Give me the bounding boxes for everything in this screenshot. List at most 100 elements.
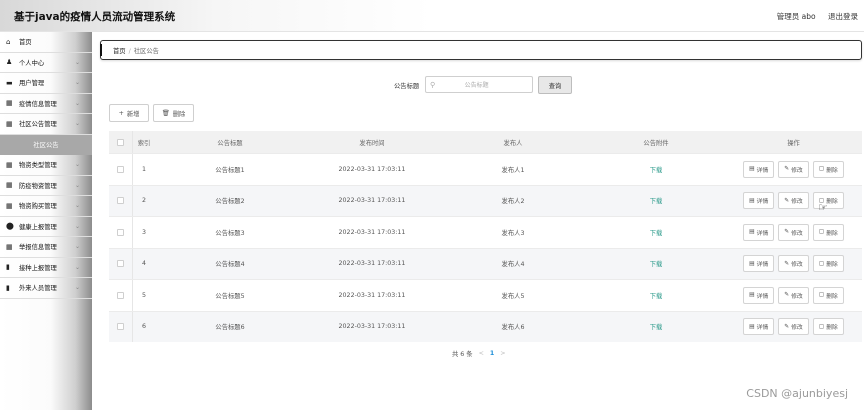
delete-button[interactable]: ▢ 删除 [812, 223, 844, 241]
edit-button[interactable]: ✎ 修改 [778, 160, 809, 178]
row-checkbox[interactable] [117, 260, 124, 268]
download-link[interactable]: 下载 [650, 230, 663, 237]
cell-actions: ▤ 详情 ✎ 修改 ▢ 删除 [725, 255, 862, 273]
trash-icon: ▢ [818, 260, 825, 267]
cell-time: 2022-03-31 17:03:11 [338, 165, 406, 173]
search-button[interactable]: 查询 [538, 76, 572, 94]
breadcrumb-home[interactable]: 首页 [113, 48, 126, 55]
download-link[interactable]: 下载 [650, 261, 663, 268]
cell-index: 2 [141, 197, 146, 205]
chevron-down-icon: ⌄ [74, 181, 80, 189]
batch-delete-button[interactable]: 🗑 删除 [153, 104, 194, 122]
add-button[interactable]: + 新增 [109, 104, 149, 122]
select-all-checkbox[interactable] [117, 138, 124, 146]
cell-actions: ▤ 详情 ✎ 修改 ▢ 删除 [725, 192, 862, 210]
grid-icon: ▦ [6, 160, 13, 169]
cell-publisher: 发布人2 [501, 198, 525, 206]
chevron-down-icon: ⌄ [74, 99, 80, 107]
sidebar-item-1[interactable]: ♟ 个人中心 ⌄ [0, 53, 92, 73]
edit-button[interactable]: ✎ 修改 [778, 223, 809, 241]
edit-button[interactable]: ✎ 修改 [778, 255, 809, 273]
cell-actions: ▤ 详情 ✎ 修改 ▢ 删除 [725, 286, 862, 304]
sidebar-item-6[interactable]: ▦ 物资类型管理 ⌄ [0, 155, 92, 176]
row-checkbox[interactable] [117, 165, 124, 173]
column-header-attachment: 公告附件 [643, 139, 669, 147]
detail-label: 详情 [756, 167, 769, 174]
row-checkbox[interactable] [117, 197, 124, 205]
sidebar-item-12[interactable]: ▮ 外来人员管理 ⌄ [0, 278, 92, 299]
cell-time: 2022-03-31 17:03:11 [338, 323, 406, 331]
sidebar-item-7[interactable]: ▦ 防疫物资管理 ⌄ [0, 176, 92, 196]
cell-title: 公告标题2 [215, 198, 245, 206]
table-row: 3 公告标题3 2022-03-31 17:03:11 发布人3 下载 ▤ 详情 ✎ 修改 ▢ 删除 [109, 216, 862, 248]
app-title: 基于java的疫情人员流动管理系统 [14, 11, 176, 23]
sidebar-item-3[interactable]: ▦ 疫情信息管理 ⌄ [0, 94, 92, 114]
edit-button[interactable]: ✎ 修改 [778, 286, 809, 304]
cell-index: 4 [141, 260, 146, 268]
download-link[interactable]: 下载 [650, 167, 663, 174]
row-checkbox[interactable] [117, 291, 124, 299]
user-icon: ♟ [6, 58, 13, 67]
sidebar-item-4[interactable]: ▦ 社区公告管理 ⌄ [0, 114, 92, 135]
edit-icon: ✎ [784, 166, 790, 173]
download-link[interactable]: 下载 [650, 293, 663, 300]
trash-icon: ▢ [818, 229, 825, 236]
detail-label: 详情 [756, 325, 769, 332]
detail-button[interactable]: ▤ 详情 [743, 286, 775, 304]
detail-label: 详情 [756, 293, 769, 300]
sidebar-item-label: 首页 [19, 39, 32, 47]
download-link[interactable]: 下载 [650, 324, 663, 331]
sidebar-item-9[interactable]: ⬤ 健康上报管理 ⌄ [0, 217, 92, 237]
sidebar-subitem-notice[interactable]: 社区公告 [0, 134, 92, 155]
edit-button[interactable]: ✎ 修改 [778, 192, 809, 210]
edit-icon: ✎ [784, 260, 790, 267]
delete-button[interactable]: ▢ 删除 [812, 286, 844, 304]
row-checkbox-cell [109, 280, 133, 311]
table-header-row: 索引 公告标题 发布时间 发布人 公告附件 操作 [109, 131, 862, 153]
delete-button[interactable]: ▢ 删除 [812, 318, 844, 336]
cell-actions: ▤ 详情 ✎ 修改 ▢ 删除 [725, 160, 862, 178]
notice-table: 索引 公告标题 发布时间 发布人 公告附件 操作 1 公告标题1 2022-03-3… [109, 131, 862, 342]
user-label: 管理员 abo [776, 12, 816, 21]
sidebar-item-10[interactable]: ▦ 举报信息管理 ⌄ [0, 237, 92, 258]
sidebar-item-2[interactable]: ▬ 用户管理 ⌄ [0, 73, 92, 94]
detail-button[interactable]: ▤ 详情 [743, 318, 775, 336]
breadcrumb-bar: 首页 / 社区公告 [100, 40, 862, 60]
delete-button[interactable]: ▢ 删除 [812, 255, 844, 273]
page-number[interactable]: 1 [490, 350, 494, 357]
delete-button[interactable]: ▢ 删除 [812, 160, 844, 178]
detail-button[interactable]: ▤ 详情 [743, 192, 775, 210]
row-checkbox[interactable] [117, 323, 124, 331]
logout-link[interactable]: 退出登录 [828, 12, 858, 21]
edit-label: 修改 [791, 262, 803, 269]
edit-label: 修改 [791, 230, 803, 237]
prev-page-icon[interactable]: < [479, 350, 484, 357]
detail-button[interactable]: ▤ 详情 [743, 255, 775, 273]
cell-time: 2022-03-31 17:03:11 [338, 228, 406, 236]
cell-publisher: 发布人6 [501, 324, 525, 332]
location-icon: ⬤ [6, 222, 14, 231]
sidebar-item-label: 社区公告管理 [19, 121, 57, 129]
download-link[interactable]: 下载 [650, 198, 663, 205]
document-icon: ▤ [749, 260, 755, 267]
sidebar: ⌂ 首页 ♟ 个人中心 ⌄ ▬ 用户管理 ⌄ ▦ 疫情信息管理 ⌄ ▦ 社区公告管理 ⌄ 社区公告 ▦ 物资类型… [0, 32, 92, 410]
next-page-icon[interactable]: > [500, 350, 505, 357]
detail-button[interactable]: ▤ 详情 [743, 160, 775, 178]
chevron-down-icon: ⌄ [74, 263, 80, 271]
row-checkbox[interactable] [117, 228, 124, 236]
sidebar-item-8[interactable]: ▦ 物资购买管理 ⌄ [0, 196, 92, 217]
sidebar-item-0[interactable]: ⌂ 首页 [0, 32, 92, 53]
monitor-icon: ▬ [6, 78, 13, 87]
column-header-actions: 操作 [787, 139, 800, 147]
search-input[interactable]: ⚲ 公告标题 [425, 76, 533, 93]
sidebar-item-label: 防疫物资管理 [19, 182, 57, 190]
column-header-time: 发布时间 [359, 139, 385, 147]
breadcrumb: 首页 / 社区公告 [113, 46, 159, 55]
chevron-down-icon: ⌄ [74, 284, 80, 291]
sidebar-item-11[interactable]: ▮ 接种上报管理 ⌄ [0, 258, 92, 278]
detail-button[interactable]: ▤ 详情 [743, 223, 775, 241]
delete-label: 删除 [826, 167, 838, 174]
sidebar-item-label: 疫情信息管理 [19, 100, 57, 108]
edit-button[interactable]: ✎ 修改 [778, 318, 809, 336]
grid-icon: ▦ [6, 201, 13, 210]
